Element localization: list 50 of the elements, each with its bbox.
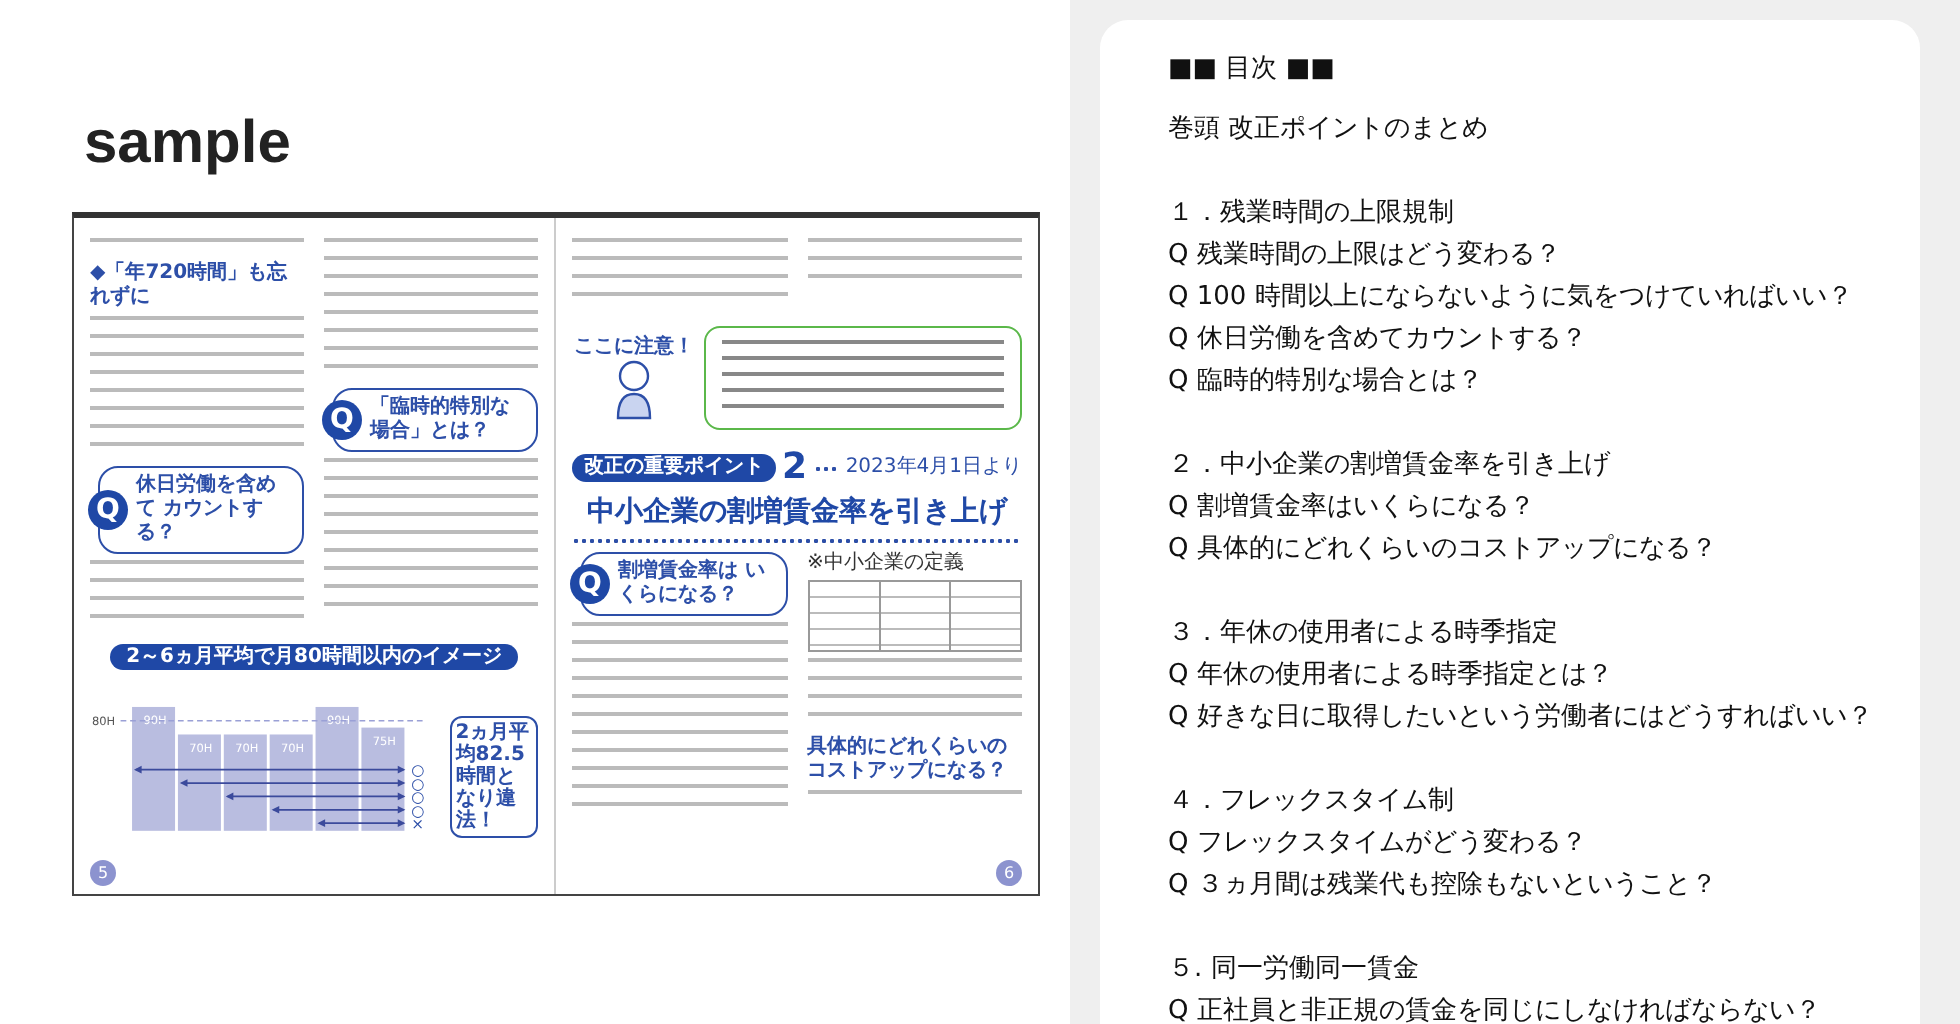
toc-question: Q ３ヵ月間は残業代も控除もないということ？ xyxy=(1168,868,1719,904)
question-text: 休日労働を含めて カウントする？ xyxy=(136,474,278,546)
toc-question: Q 残業時間の上限はどう変わる？ xyxy=(1168,238,1563,274)
result-mark: ○ xyxy=(411,761,425,780)
toc-title: ■■ 目次 ■■ xyxy=(1168,52,1337,88)
toc-heading: ２．中小企業の割増賃金率を引き上げ xyxy=(1168,447,1613,484)
subheading: 具体的にどれくらいのコストアップになる？ xyxy=(807,736,1009,784)
question-text: 割増賃金率は いくらになる？ xyxy=(618,560,767,608)
q-badge: Q xyxy=(570,564,610,604)
question-text: 「臨時的特別な場合」とは？ xyxy=(370,396,512,444)
bar xyxy=(315,706,359,831)
chart-title: 2～6ヵ月平均で月80時間以内のイメージ xyxy=(110,644,518,670)
point-label: 改正の重要ポイント xyxy=(572,454,776,482)
toc-heading: ３．年休の使用者による時季指定 xyxy=(1168,616,1560,652)
attention-label: ここに注意！ xyxy=(574,336,694,358)
toc-heading: ５. 同一労働同一賃金 xyxy=(1168,952,1421,988)
bar xyxy=(269,734,313,831)
toc-question: Q 割増賃金率はいくらになる？ xyxy=(1168,489,1537,526)
toc-heading: ４．フレックスタイム制 xyxy=(1168,784,1456,820)
toc-question: Q 臨時的特別な場合とは？ xyxy=(1168,364,1485,400)
bar xyxy=(223,734,267,831)
bar xyxy=(132,706,176,831)
q-badge: Q xyxy=(322,400,362,440)
toc-question: Q 100 時間以上にならないように気をつけていればいい？ xyxy=(1168,280,1855,316)
toc-question: Q 年休の使用者による時季指定とは？ xyxy=(1168,658,1615,694)
q-badge: Q xyxy=(88,490,128,530)
sample-label: sample xyxy=(84,108,293,180)
page-number: 5 xyxy=(90,860,116,886)
toc-question: Q 好きな日に取得したいという労働者にはどうすればいい？ xyxy=(1168,700,1875,736)
bar xyxy=(177,734,221,831)
toc-question: Q 正社員と非正規の賃金を同じにしなければならない？ xyxy=(1168,994,1823,1024)
table-caption: ※中小企業の定義 xyxy=(807,552,966,574)
result-mark: ○ xyxy=(411,801,425,820)
person-icon xyxy=(612,360,656,420)
callout: 2ヵ月平均82.5時間となり違法！ xyxy=(449,716,538,838)
bar xyxy=(361,727,405,831)
page-number: 6 xyxy=(996,860,1022,886)
arrow xyxy=(317,819,406,827)
toc-question: Q 具体的にどれくらいのコストアップになる？ xyxy=(1168,532,1719,568)
toc-question: Q 休日労働を含めてカウントする？ xyxy=(1168,322,1589,358)
result-mark: ○ xyxy=(411,788,425,807)
arrow xyxy=(271,805,406,814)
toc-question: Q フレックスタイムがどう変わる？ xyxy=(1168,826,1589,862)
result-mark: ○ xyxy=(411,774,425,793)
toc-heading: １．残業時間の上限規制 xyxy=(1168,196,1456,232)
effective-date: 2023年4月1日より xyxy=(845,456,1022,480)
point-number: 2 xyxy=(782,450,808,486)
section-title: 中小企業の割増賃金率を引き上げ xyxy=(585,494,1010,530)
subheading: ◆「年720時間」も忘れずに xyxy=(90,262,290,310)
toc-intro: 巻頭 改正ポイントのまとめ xyxy=(1168,112,1491,148)
